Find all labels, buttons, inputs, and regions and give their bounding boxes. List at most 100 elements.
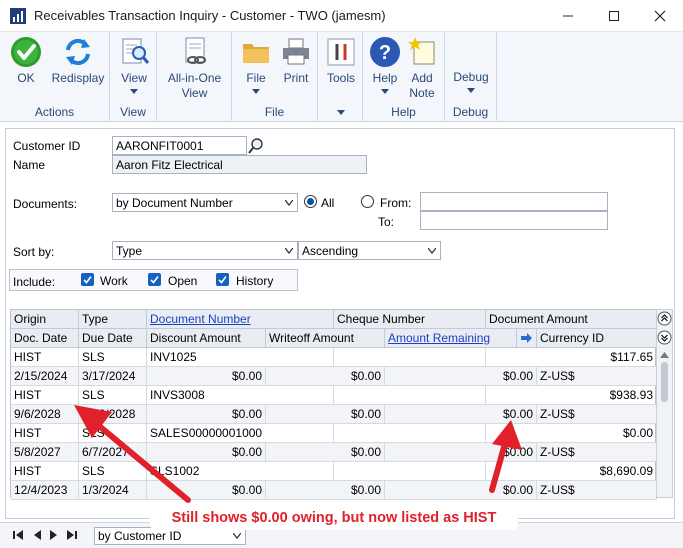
- cell-cheque[interactable]: [334, 462, 486, 481]
- sort-order-select[interactable]: Ascending: [298, 241, 441, 260]
- col-document-number[interactable]: Document Number: [147, 310, 334, 329]
- cell-currency[interactable]: Z-US$: [537, 481, 657, 500]
- add-note-button[interactable]: Add Note: [404, 36, 440, 101]
- file-button[interactable]: File: [238, 36, 274, 94]
- cell-writeoff[interactable]: $0.00: [266, 443, 385, 462]
- cell-duedate[interactable]: 3/17/2024: [79, 367, 147, 386]
- ribbon-group-view: View View: [110, 32, 157, 122]
- cell-remaining[interactable]: $0.00: [385, 443, 537, 462]
- print-button[interactable]: Print: [278, 36, 314, 86]
- check-icon: [218, 276, 227, 284]
- cell-docnum[interactable]: INVS3008: [147, 386, 334, 405]
- col-discount-amount[interactable]: Discount Amount: [147, 329, 266, 348]
- documents-select[interactable]: by Document Number: [112, 193, 298, 212]
- expand-button[interactable]: [517, 329, 537, 348]
- col-origin[interactable]: Origin: [11, 310, 79, 329]
- printer-icon: [283, 38, 309, 65]
- cell-amount[interactable]: $117.65: [486, 348, 657, 367]
- collapse-icon[interactable]: [657, 310, 672, 328]
- cell-docdate[interactable]: 9/6/2028: [11, 405, 79, 424]
- next-record-icon[interactable]: [48, 529, 60, 541]
- cell-currency[interactable]: Z-US$: [537, 405, 657, 424]
- expand-icon[interactable]: [657, 329, 672, 347]
- cell-docdate[interactable]: 12/4/2023: [11, 481, 79, 500]
- cell-duedate[interactable]: 1/3/2024: [79, 481, 147, 500]
- all-in-one-view-button[interactable]: All-in-One View: [161, 36, 228, 101]
- customer-lookup-button[interactable]: [247, 136, 266, 155]
- cell-origin[interactable]: HIST: [11, 424, 79, 443]
- cell-origin[interactable]: HIST: [11, 462, 79, 481]
- previous-record-icon[interactable]: [31, 529, 43, 541]
- ribbon: OK Redisplay Actions View View All-in-On…: [0, 32, 683, 122]
- cell-origin[interactable]: HIST: [11, 386, 79, 405]
- cell-cheque[interactable]: [334, 424, 486, 443]
- open-checkbox[interactable]: [148, 273, 161, 286]
- cell-type[interactable]: SLS: [79, 386, 147, 405]
- history-checkbox[interactable]: [216, 273, 229, 286]
- scroll-up-icon[interactable]: [660, 352, 669, 358]
- minimize-icon: [563, 15, 573, 17]
- maximize-icon: [609, 11, 619, 21]
- cell-docnum[interactable]: SALES00000001000: [147, 424, 334, 443]
- debug-button[interactable]: Debug: [449, 70, 493, 93]
- customer-id-field[interactable]: AARONFIT0001: [112, 136, 247, 155]
- ok-button[interactable]: OK: [6, 36, 46, 86]
- cell-origin[interactable]: HIST: [11, 348, 79, 367]
- work-checkbox[interactable]: [81, 273, 94, 286]
- open-label: Open: [168, 274, 198, 288]
- view-button[interactable]: View: [114, 36, 154, 94]
- cell-discount[interactable]: $0.00: [147, 367, 266, 386]
- tools-button[interactable]: Tools: [322, 36, 360, 86]
- from-radio[interactable]: [361, 195, 374, 208]
- cell-type[interactable]: SLS: [79, 424, 147, 443]
- col-cheque-number[interactable]: Cheque Number: [334, 310, 486, 329]
- redisplay-button[interactable]: Redisplay: [50, 36, 106, 86]
- cell-remaining[interactable]: $0.00: [385, 367, 537, 386]
- last-record-icon[interactable]: [66, 529, 78, 541]
- cell-writeoff[interactable]: $0.00: [266, 367, 385, 386]
- scroll-thumb[interactable]: [661, 362, 668, 402]
- col-writeoff-amount[interactable]: Writeoff Amount: [266, 329, 385, 348]
- cell-amount[interactable]: $938.93: [486, 386, 657, 405]
- cell-docnum[interactable]: SLS1002: [147, 462, 334, 481]
- help-button[interactable]: ? Help: [368, 36, 402, 94]
- all-radio[interactable]: [304, 195, 317, 208]
- minimize-button[interactable]: [545, 0, 591, 32]
- cell-duedate[interactable]: 6/7/2027: [79, 443, 147, 462]
- col-type[interactable]: Type: [79, 310, 147, 329]
- cell-docnum[interactable]: INV1025: [147, 348, 334, 367]
- print-label: Print: [283, 71, 309, 85]
- col-doc-date[interactable]: Doc. Date: [11, 329, 79, 348]
- cell-duedate[interactable]: 10/6/2028: [79, 405, 147, 424]
- cell-writeoff[interactable]: $0.00: [266, 481, 385, 500]
- cell-type[interactable]: SLS: [79, 348, 147, 367]
- ribbon-group-label: Actions: [34, 105, 75, 119]
- col-amount-remaining[interactable]: Amount Remaining: [385, 329, 517, 348]
- col-due-date[interactable]: Due Date: [79, 329, 147, 348]
- cell-docdate[interactable]: 5/8/2027: [11, 443, 79, 462]
- close-button[interactable]: [637, 0, 683, 32]
- cell-discount[interactable]: $0.00: [147, 443, 266, 462]
- cell-currency[interactable]: Z-US$: [537, 443, 657, 462]
- first-record-icon[interactable]: [12, 529, 24, 541]
- cell-discount[interactable]: $0.00: [147, 405, 266, 424]
- cell-amount[interactable]: $0.00: [486, 424, 657, 443]
- cell-cheque[interactable]: [334, 386, 486, 405]
- maximize-button[interactable]: [591, 0, 637, 32]
- cell-docdate[interactable]: 2/15/2024: [11, 367, 79, 386]
- cell-remaining[interactable]: $0.00: [385, 481, 537, 500]
- grid-scrollbar[interactable]: [656, 309, 673, 498]
- from-field[interactable]: [420, 192, 608, 211]
- cell-remaining[interactable]: $0.00: [385, 405, 537, 424]
- cell-discount[interactable]: $0.00: [147, 481, 266, 500]
- cell-currency[interactable]: Z-US$: [537, 367, 657, 386]
- col-currency-id[interactable]: Currency ID: [537, 329, 657, 348]
- cell-amount[interactable]: $8,690.09: [486, 462, 657, 481]
- to-field[interactable]: [420, 211, 608, 230]
- cell-type[interactable]: SLS: [79, 462, 147, 481]
- col-document-amount[interactable]: Document Amount: [486, 310, 657, 329]
- ribbon-group-label: View: [120, 105, 146, 119]
- sort-by-select[interactable]: Type: [112, 241, 298, 260]
- cell-cheque[interactable]: [334, 348, 486, 367]
- cell-writeoff[interactable]: $0.00: [266, 405, 385, 424]
